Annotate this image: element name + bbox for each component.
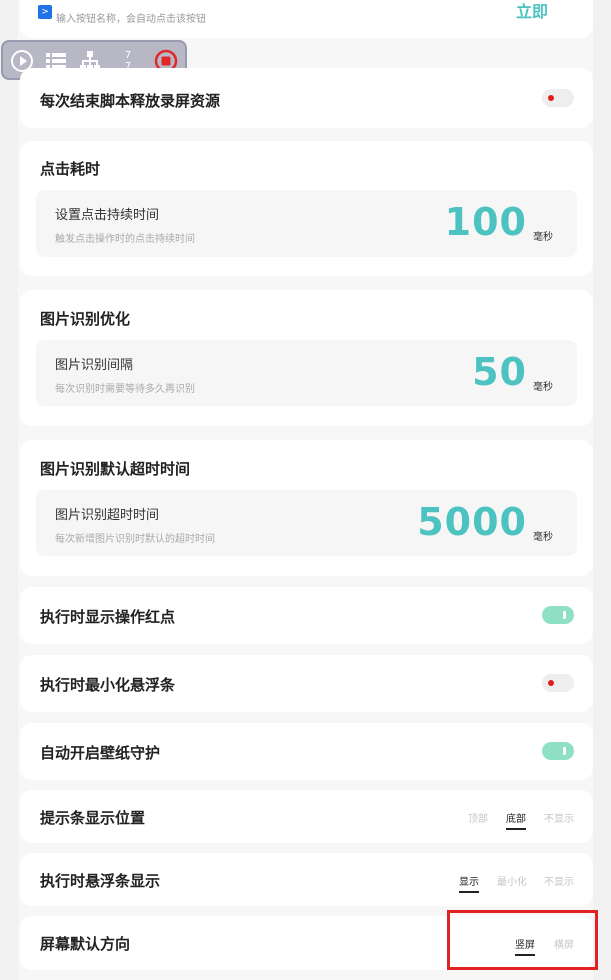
- image-recognition-card: 图片识别优化 图片识别间隔 每次识别时需要等待多久再识别 50 毫秒: [20, 290, 593, 426]
- toggle-on-knob: [563, 611, 566, 619]
- toggle-off-dot: [548, 95, 554, 101]
- minimize-float-toggle[interactable]: [542, 674, 574, 692]
- click-duration-unit: 毫秒: [533, 232, 553, 243]
- tip-bar-position-card: 提示条显示位置 顶部 底部 不显示: [20, 790, 593, 843]
- image-recognition-value[interactable]: 50: [472, 350, 527, 394]
- click-duration-card: 点击耗时 设置点击持续时间 触发点击操作时的点击持续时间 100 毫秒: [20, 141, 593, 276]
- option-hide[interactable]: 不显示: [544, 873, 574, 888]
- option-show[interactable]: 显示: [459, 873, 479, 893]
- highlight-box: [447, 910, 598, 970]
- option-hide[interactable]: 不显示: [544, 810, 574, 825]
- release-resources-card: 每次结束脚本释放录屏资源: [20, 68, 593, 128]
- float-display-card: 执行时悬浮条显示 显示 最小化 不显示: [20, 853, 593, 906]
- image-timeout-label: 图片识别超时时间: [55, 508, 160, 523]
- execute-now-badge[interactable]: 立即: [516, 0, 548, 22]
- wallpaper-guard-card: 自动开启壁纸守护: [20, 723, 593, 780]
- click-duration-desc: 触发点击操作时的点击持续时间: [55, 234, 195, 245]
- minimize-float-label: 执行时最小化悬浮条: [40, 676, 176, 694]
- image-recognition-unit: 毫秒: [533, 382, 553, 393]
- image-timeout-title: 图片识别默认超时时间: [40, 460, 191, 478]
- click-duration-label: 设置点击持续时间: [55, 208, 160, 223]
- minimize-float-card: 执行时最小化悬浮条: [20, 655, 593, 712]
- option-top[interactable]: 顶部: [468, 810, 488, 825]
- image-recognition-label: 图片识别间隔: [55, 358, 134, 373]
- image-timeout-card: 图片识别默认超时时间 图片识别超时时间 每次新增图片识别时默认的超时时间 500…: [20, 440, 593, 576]
- show-red-dot-card: 执行时显示操作红点: [20, 587, 593, 644]
- terminal-icon: >: [38, 5, 52, 19]
- image-timeout-value[interactable]: 5000: [417, 500, 527, 544]
- image-timeout-desc: 每次新增图片识别时默认的超时时间: [55, 534, 215, 545]
- click-duration-value[interactable]: 100: [445, 200, 527, 244]
- toggle-off-dot: [548, 680, 554, 686]
- image-recognition-row[interactable]: 图片识别间隔 每次识别时需要等待多久再识别 50 毫秒: [36, 340, 577, 406]
- button-name-card: > 输入按钮名称，会自动点击该按钮 立即: [20, 0, 593, 38]
- toggle-on-knob: [563, 747, 566, 755]
- image-timeout-unit: 毫秒: [533, 532, 553, 543]
- image-recognition-desc: 每次识别时需要等待多久再识别: [55, 384, 195, 395]
- image-recognition-title: 图片识别优化: [40, 310, 131, 328]
- show-red-dot-toggle[interactable]: [542, 606, 574, 624]
- screen-orientation-label: 屏幕默认方向: [40, 935, 131, 953]
- wallpaper-guard-label: 自动开启壁纸守护: [40, 744, 161, 762]
- step-counter-current: 7: [124, 50, 132, 61]
- option-bottom[interactable]: 底部: [506, 810, 526, 830]
- hint-text: 输入按钮名称，会自动点击该按钮: [56, 14, 206, 25]
- option-minimize[interactable]: 最小化: [497, 873, 527, 888]
- release-resources-toggle[interactable]: [542, 89, 574, 107]
- image-timeout-row[interactable]: 图片识别超时时间 每次新增图片识别时默认的超时时间 5000 毫秒: [36, 490, 577, 556]
- float-display-label: 执行时悬浮条显示: [40, 872, 161, 890]
- click-duration-title: 点击耗时: [40, 160, 101, 178]
- show-red-dot-label: 执行时显示操作红点: [40, 608, 176, 626]
- tip-bar-position-label: 提示条显示位置: [40, 809, 146, 827]
- click-duration-row[interactable]: 设置点击持续时间 触发点击操作时的点击持续时间 100 毫秒: [36, 190, 577, 257]
- release-resources-label: 每次结束脚本释放录屏资源: [40, 92, 221, 110]
- wallpaper-guard-toggle[interactable]: [542, 742, 574, 760]
